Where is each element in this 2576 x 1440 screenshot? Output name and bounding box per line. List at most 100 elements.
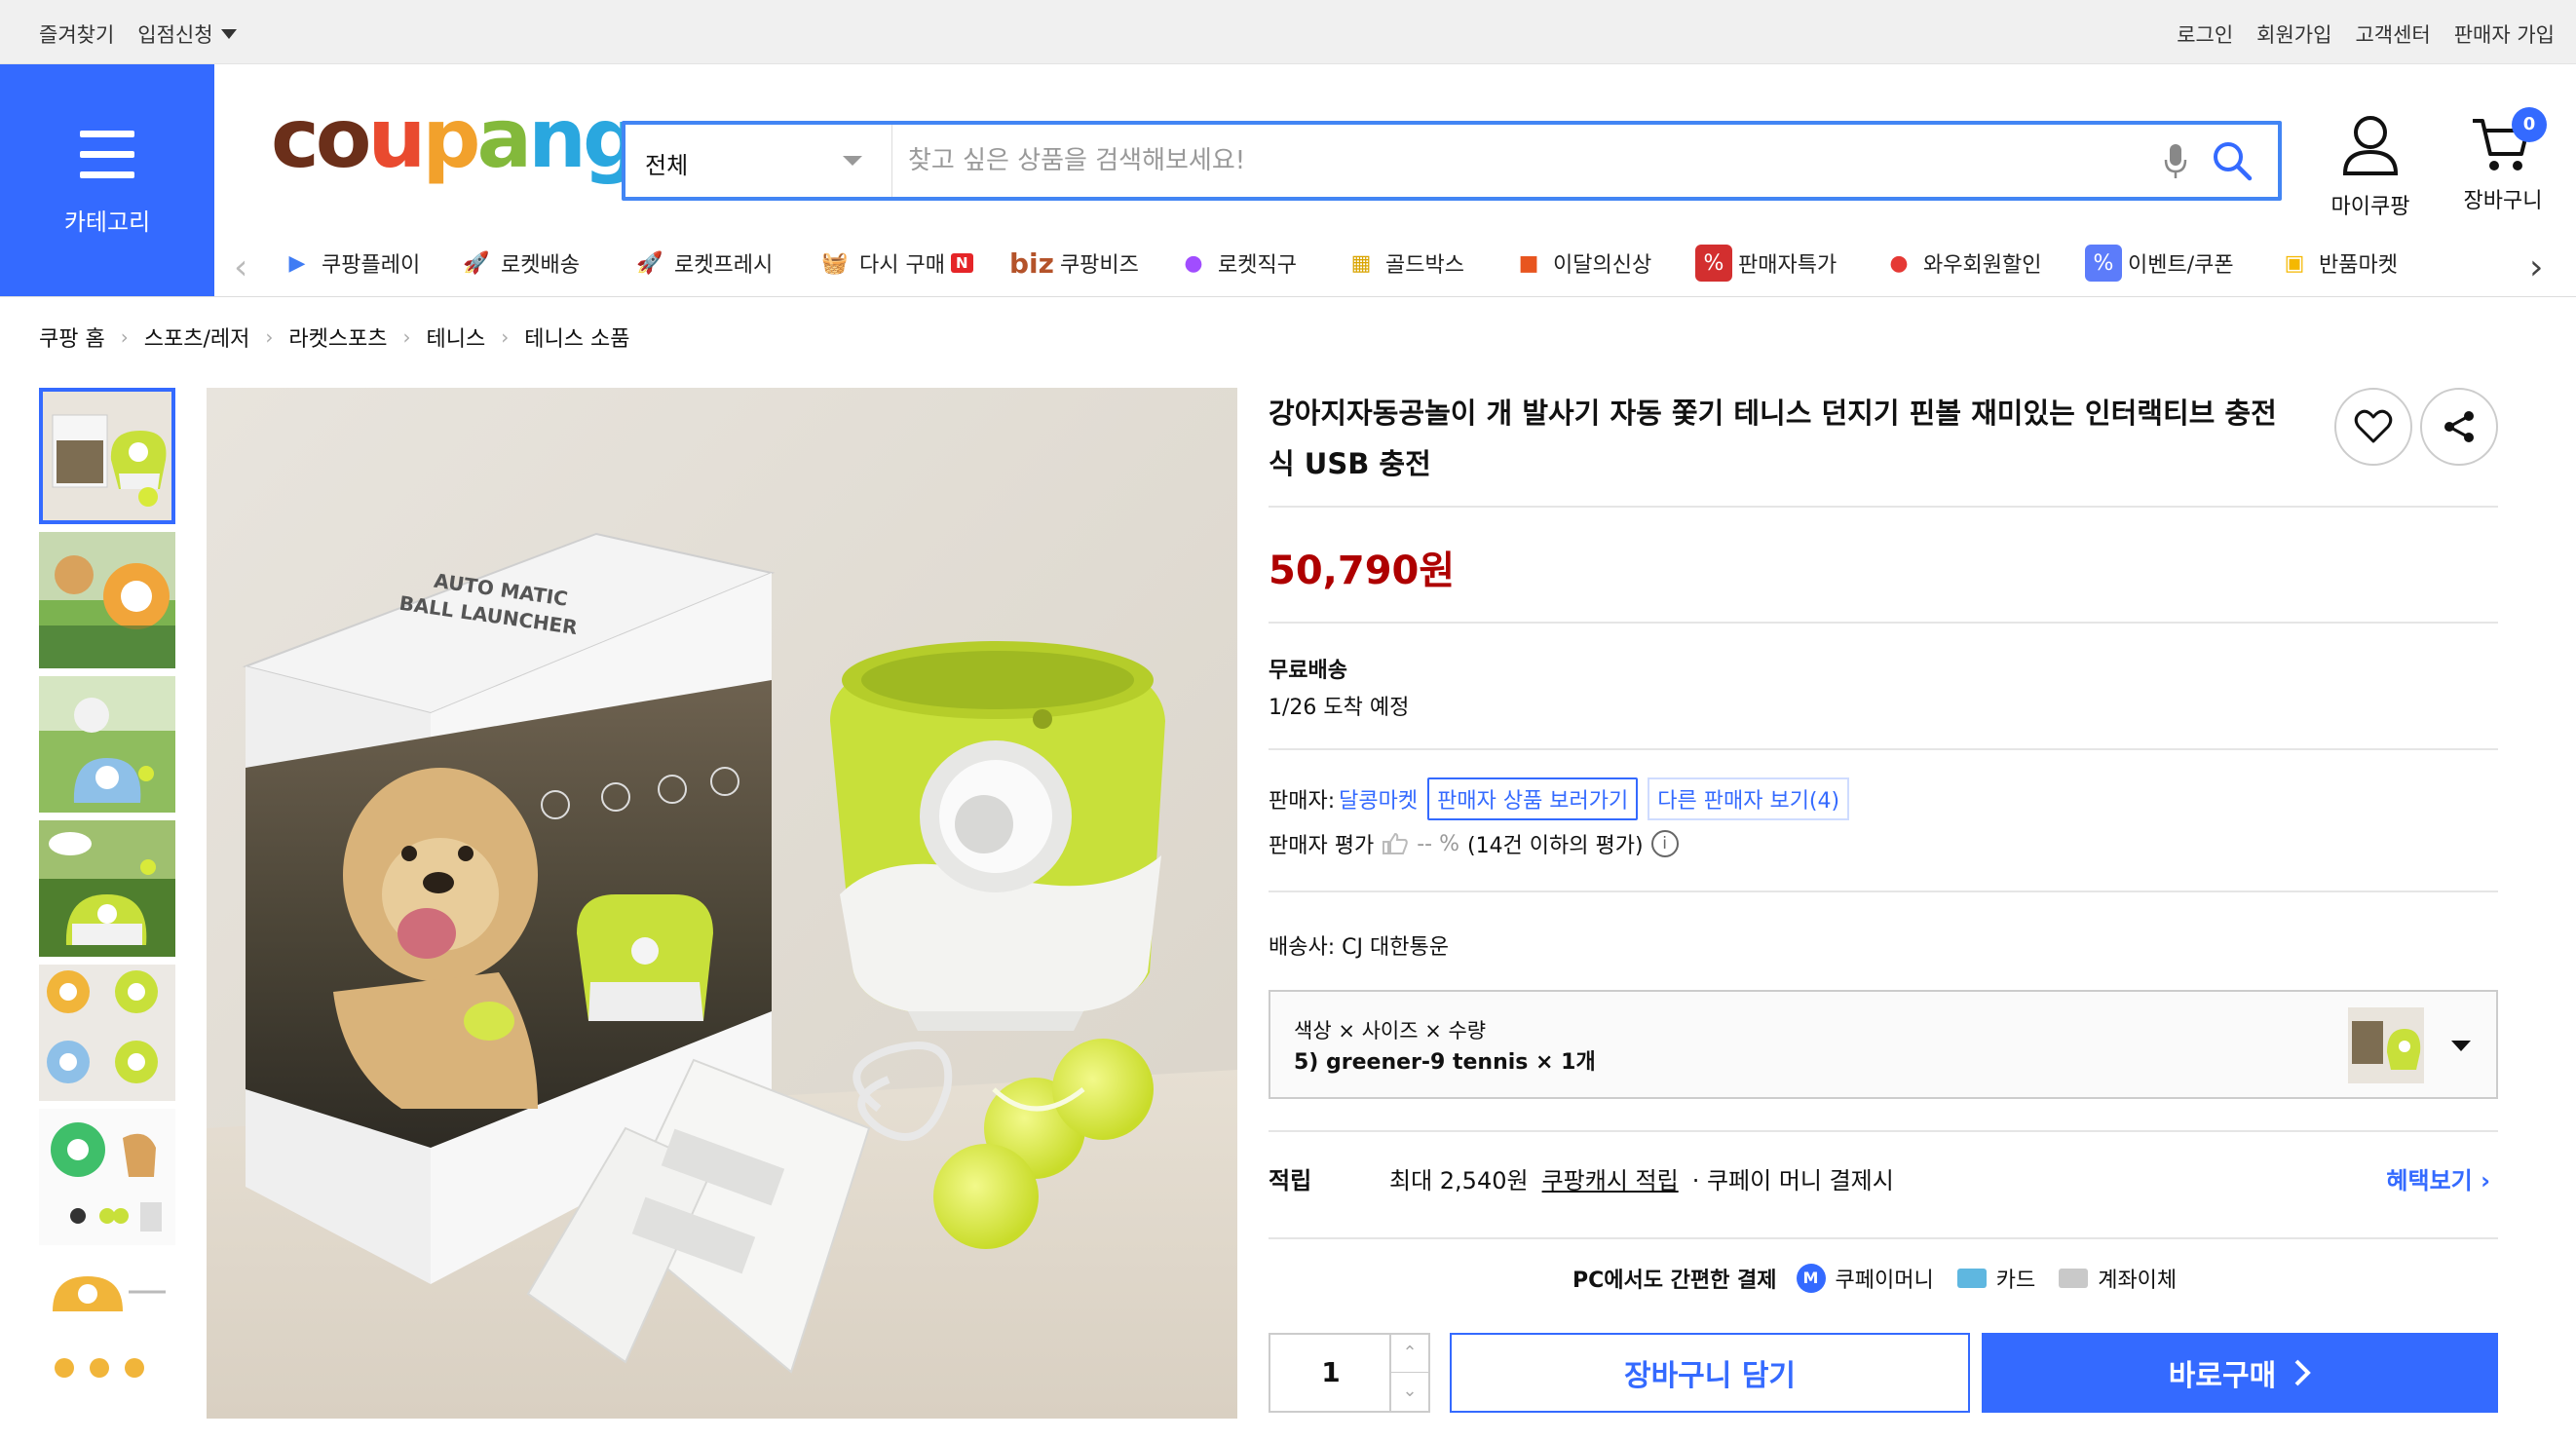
seller-name-link[interactable]: 달콩마켓 — [1339, 783, 1418, 815]
thumbs-up-icon — [1383, 832, 1408, 854]
quick-menu-item[interactable]: % 이벤트/쿠폰 — [2085, 240, 2276, 286]
heart-icon — [2354, 409, 2393, 443]
option-thumbnail — [2348, 1007, 2424, 1083]
breadcrumb-item[interactable]: 테니스 소품 — [524, 322, 629, 353]
divider — [1269, 748, 2498, 750]
play-icon: ▶ — [288, 250, 306, 276]
quick-menu-item[interactable]: biz 쿠팡비즈 — [1009, 240, 1175, 286]
add-to-cart-button[interactable]: 장바구니 담기 — [1450, 1333, 1970, 1413]
seller-signup-link[interactable]: 판매자 가입 — [2454, 19, 2555, 49]
quantity-stepper: 1 ⌃ ⌄ — [1269, 1333, 1430, 1413]
search-icon[interactable] — [2212, 140, 2253, 185]
search-category-select[interactable]: 전체 — [625, 125, 892, 197]
logo-letter: p — [422, 91, 480, 186]
coupay-money-label: 쿠페이머니 — [1835, 1269, 1934, 1293]
chevron-right-icon: › — [120, 325, 129, 349]
quick-menu-item[interactable]: ▣ 반품마켓 — [2276, 240, 2442, 286]
seller-rating-note: (14건 이하의 평가) — [1466, 834, 1644, 858]
seller-rating-row: 판매자 평가 -- % (14건 이하의 평가) i — [1269, 828, 1679, 859]
quick-menu-label: 로켓프레시 — [674, 253, 774, 278]
breadcrumb-item[interactable]: 라켓스포츠 — [288, 322, 387, 353]
quantity-input[interactable]: 1 — [1270, 1335, 1391, 1411]
breadcrumb-item[interactable]: 테니스 — [427, 322, 486, 353]
breadcrumb-item[interactable]: 쿠팡 홈 — [39, 322, 105, 353]
quick-menu-items: ▶ 쿠팡플레이 🚀 로켓배송 🚀 로켓프레시 🧺 다시 구매 Nbiz 쿠팡비즈 ● 로켓직구 ▦ 골드박… — [279, 240, 2442, 286]
shipping-label: 무료배송 — [1269, 659, 1347, 683]
microphone-icon[interactable] — [2163, 142, 2188, 185]
thumbnail-4[interactable] — [39, 820, 175, 957]
logo-letter: c — [271, 91, 320, 186]
option-value: 5) greener-9 tennis × 1개 — [1294, 1050, 1596, 1075]
share-button[interactable] — [2420, 388, 2498, 466]
payment-heading: PC에서도 간편한 결제 — [1572, 1269, 1777, 1293]
thumbnail-5[interactable] — [39, 965, 175, 1101]
percent-icon: % — [1695, 245, 1732, 282]
globe-rocket-icon: ● — [1184, 250, 1203, 276]
quick-menu-item[interactable]: 🚀 로켓배송 — [458, 240, 631, 286]
person-icon — [2342, 116, 2399, 175]
quick-menu: ‹ ▶ 쿠팡플레이 🚀 로켓배송 🚀 로켓프레시 🧺 다시 구매 Nbiz 쿠팡비즈 ● 로켓직구 ▦ 골… — [230, 240, 2568, 288]
search-bar: 전체 — [622, 121, 2282, 201]
chevron-right-icon[interactable]: › — [2529, 247, 2543, 287]
thumbnail-7[interactable] — [39, 1253, 175, 1389]
buy-now-button[interactable]: 바로구매 — [1982, 1333, 2498, 1413]
chevron-right-icon: › — [402, 325, 411, 349]
gold-box-icon: ▦ — [1350, 250, 1372, 276]
coupang-logo[interactable]: coupang — [271, 91, 641, 186]
bookmark-link[interactable]: 즐겨찾기 — [39, 19, 114, 49]
login-link[interactable]: 로그인 — [2177, 19, 2233, 49]
quick-menu-item[interactable]: ● 와우회원할인 — [1880, 240, 2085, 286]
thumbnail-2[interactable] — [39, 532, 175, 668]
thumbnail-1[interactable] — [39, 388, 175, 524]
category-label: 카테고리 — [63, 208, 151, 236]
chevron-right-icon — [2294, 1359, 2312, 1386]
logo-letter: a — [476, 91, 532, 186]
seller-apply-dropdown[interactable]: 입점신청 — [137, 19, 237, 49]
main-product-image[interactable]: AUTO MATIC BALL LAUNCHER — [207, 388, 1237, 1419]
chevron-right-icon: › — [501, 325, 510, 349]
seller-row: 판매자: 달콩마켓 판매자 상품 보러가기 다른 판매자 보기(4) — [1269, 777, 1850, 820]
breadcrumb-item[interactable]: 스포츠/레저 — [144, 322, 250, 353]
quick-menu-label: 반품마켓 — [2319, 253, 2398, 278]
benefits-link[interactable]: 혜택보기 › — [2386, 1161, 2490, 1195]
other-sellers-button[interactable]: 다른 판매자 보기(4) — [1648, 777, 1850, 820]
rocket-fresh-icon: 🚀 — [636, 250, 663, 276]
quick-menu-item[interactable]: ■ 이달의신상 — [1510, 240, 1695, 286]
quick-menu-item[interactable]: ▦ 골드박스 — [1343, 240, 1510, 286]
new-bag-icon: ■ — [1518, 250, 1539, 276]
coupang-cash-link[interactable]: 쿠팡캐시 적립 — [1542, 1161, 1679, 1195]
seller-products-button[interactable]: 판매자 상품 보러가기 — [1427, 777, 1639, 820]
quick-menu-label: 골드박스 — [1385, 253, 1464, 278]
coupay-money-icon: M — [1796, 1264, 1826, 1293]
category-button[interactable]: 카테고리 — [0, 64, 214, 296]
quantity-decrease-button[interactable]: ⌄ — [1389, 1373, 1428, 1411]
buy-now-label: 바로구매 — [2168, 1359, 2277, 1393]
thumbnail-6[interactable] — [39, 1109, 175, 1245]
reward-amount: 최대 2,540원 — [1389, 1167, 1529, 1194]
quick-menu-item[interactable]: % 판매자특가 — [1695, 240, 1880, 286]
search-input[interactable] — [908, 138, 2077, 183]
top-right-links: 로그인 회원가입 고객센터 판매자 가입 — [2177, 19, 2555, 49]
thumbnail-3[interactable] — [39, 676, 175, 813]
chevron-left-icon[interactable]: ‹ — [234, 247, 247, 287]
wishlist-button[interactable] — [2334, 388, 2412, 466]
new-badge: N — [950, 253, 973, 273]
option-select[interactable]: 색상 × 사이즈 × 수량 5) greener-9 tennis × 1개 — [1269, 990, 2498, 1099]
cart-button[interactable]: 0 장바구니 — [2459, 107, 2547, 214]
seller-prefix: 판매자: — [1269, 789, 1336, 814]
quick-menu-item[interactable]: 🧺 다시 구매 N — [816, 240, 1009, 286]
info-icon[interactable]: i — [1650, 830, 1679, 857]
my-coupang-button[interactable]: 마이쿠팡 — [2327, 113, 2414, 220]
quick-menu-item[interactable]: ● 로켓직구 — [1175, 240, 1343, 286]
quick-menu-item[interactable]: 🚀 로켓프레시 — [631, 240, 816, 286]
rocket-icon: 🚀 — [463, 250, 490, 276]
signup-link[interactable]: 회원가입 — [2256, 19, 2331, 49]
customer-center-link[interactable]: 고객센터 — [2355, 19, 2430, 49]
bank-transfer-label: 계좌이체 — [2098, 1269, 2178, 1293]
logo-letter: u — [367, 91, 427, 186]
logo-letter: o — [315, 91, 372, 186]
quantity-increase-button[interactable]: ⌃ — [1389, 1335, 1428, 1373]
quick-menu-label: 이달의신상 — [1553, 253, 1652, 278]
quick-menu-item[interactable]: ▶ 쿠팡플레이 — [279, 240, 458, 286]
quick-menu-label: 쿠팡비즈 — [1059, 253, 1139, 278]
